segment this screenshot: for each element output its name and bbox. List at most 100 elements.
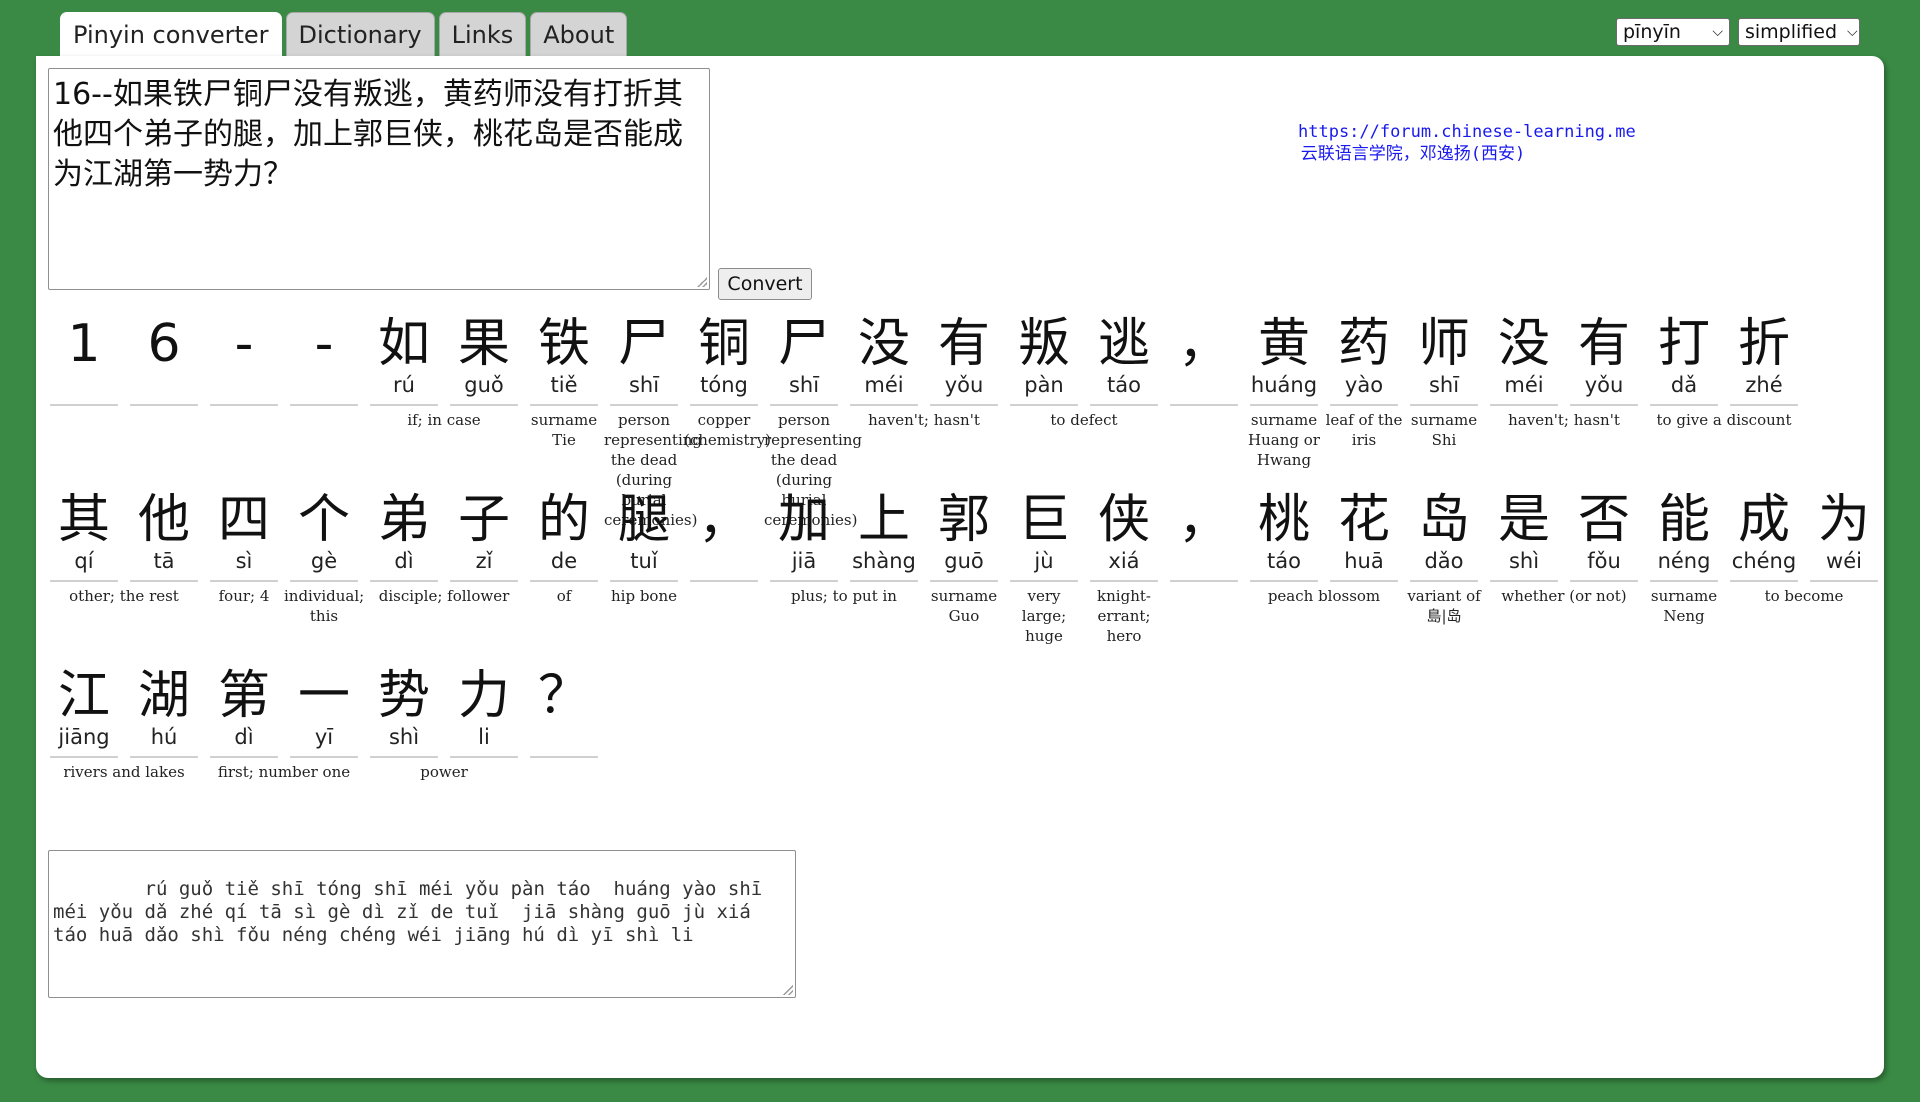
- cell-underline: [290, 756, 358, 758]
- hanzi: 打: [1657, 314, 1710, 374]
- char-cell[interactable]: 弟 dì: [368, 490, 440, 582]
- char-cell[interactable]: 成 chéng: [1728, 490, 1800, 582]
- hanzi: 侠: [1097, 490, 1150, 550]
- hanzi: 花: [1337, 490, 1390, 550]
- char-cell[interactable]: -: [288, 314, 360, 406]
- script-select[interactable]: simplified ⌵: [1738, 18, 1860, 46]
- char-cell[interactable]: 郭 guō: [928, 490, 1000, 582]
- char-cell[interactable]: 巨 jù: [1008, 490, 1080, 582]
- pinyin: yǒu: [1584, 373, 1624, 397]
- char-cell[interactable]: 侠 xiá: [1088, 490, 1160, 582]
- char-cell[interactable]: 否 fǒu: [1568, 490, 1640, 582]
- cell-underline: [210, 756, 278, 758]
- char-cell[interactable]: 个 gè: [288, 490, 360, 582]
- char-cell[interactable]: 腿 tuǐ: [608, 490, 680, 582]
- char-cell[interactable]: 力 li: [448, 666, 520, 758]
- pinyin: shàng: [852, 549, 916, 573]
- char-cell[interactable]: 尸 shī: [768, 314, 840, 406]
- char-cell[interactable]: 6: [128, 314, 200, 406]
- hanzi: 四: [217, 490, 270, 550]
- cell-underline: [530, 580, 598, 582]
- char-cell[interactable]: 子 zǐ: [448, 490, 520, 582]
- annotated-row: 1 6- - 如 rú 果 guǒ 铁 tiě 尸 shī 铜 tóng 尸 shī 没 méi 有 yǒu 叛 pàn…: [48, 314, 1870, 529]
- tab-dictionary[interactable]: Dictionary: [285, 12, 435, 56]
- cell-underline: [610, 580, 678, 582]
- char-cell[interactable]: 岛 dǎo: [1408, 490, 1480, 582]
- cell-underline: [1330, 580, 1398, 582]
- char-cell[interactable]: 其 qí: [48, 490, 120, 582]
- hanzi: 6: [147, 314, 181, 374]
- word-definition: surname Neng: [1650, 587, 1718, 625]
- char-cell[interactable]: 折 zhé: [1728, 314, 1800, 406]
- cell-underline: [1330, 404, 1398, 406]
- hanzi: 个: [297, 490, 350, 550]
- char-cell[interactable]: 没 méi: [1488, 314, 1560, 406]
- cell-underline: [370, 404, 438, 406]
- cell-underline: [1090, 580, 1158, 582]
- char-cell[interactable]: 叛 pàn: [1008, 314, 1080, 406]
- pinyin: shī: [1428, 373, 1460, 397]
- hanzi: 势: [377, 666, 430, 726]
- char-cell[interactable]: 四 sì: [208, 490, 280, 582]
- word-definition: to become: [1764, 587, 1844, 605]
- cell-underline: [290, 580, 358, 582]
- char-cell[interactable]: 加 jiā: [768, 490, 840, 582]
- hanzi: 尸: [777, 314, 830, 374]
- char-cell[interactable]: 逃 táo: [1088, 314, 1160, 406]
- char-cell[interactable]: 有 yǒu: [1568, 314, 1640, 406]
- pinyin: tuǐ: [630, 549, 658, 573]
- char-cell[interactable]: -: [208, 314, 280, 406]
- char-cell[interactable]: 果 guǒ: [448, 314, 520, 406]
- hanzi: 巨: [1017, 490, 1070, 550]
- chinese-text-input[interactable]: 16--如果铁尸铜尸没有叛逃，黄药师没有打折其他四个弟子的腿，加上郭巨侠，桃花岛…: [48, 68, 710, 290]
- char-cell[interactable]: 1: [48, 314, 120, 406]
- cell-underline: [690, 580, 758, 582]
- pinyin: méi: [864, 373, 904, 397]
- char-cell[interactable]: ，: [1168, 314, 1240, 406]
- cell-underline: [1010, 404, 1078, 406]
- hanzi: 为: [1817, 490, 1870, 550]
- char-cell[interactable]: 的 de: [528, 490, 600, 582]
- char-cell[interactable]: ，: [688, 490, 760, 582]
- char-cell[interactable]: 没 méi: [848, 314, 920, 406]
- word-definition: to give a discount: [1656, 411, 1792, 429]
- char-cell[interactable]: 药 yào: [1328, 314, 1400, 406]
- tab-pinyin-converter[interactable]: Pinyin converter: [60, 12, 282, 58]
- char-cell[interactable]: ？: [528, 666, 600, 758]
- char-cell[interactable]: 打 dǎ: [1648, 314, 1720, 406]
- char-cell[interactable]: 湖 hú: [128, 666, 200, 758]
- char-cell[interactable]: 江 jiāng: [48, 666, 120, 758]
- char-cell[interactable]: 是 shì: [1488, 490, 1560, 582]
- char-cell[interactable]: 上 shàng: [848, 490, 920, 582]
- hanzi: 加: [777, 490, 830, 550]
- resize-grip-icon[interactable]: [783, 985, 793, 995]
- char-cell[interactable]: 如 rú: [368, 314, 440, 406]
- convert-button[interactable]: Convert: [718, 268, 812, 300]
- option-selects: pīnyīn ⌵ simplified ⌵: [1616, 18, 1860, 46]
- pinyin: yǒu: [944, 373, 984, 397]
- resize-grip-icon[interactable]: [697, 277, 707, 287]
- char-cell[interactable]: 能 néng: [1648, 490, 1720, 582]
- char-cell[interactable]: 一 yī: [288, 666, 360, 758]
- pinyin-output[interactable]: rú guǒ tiě shī tóng shī méi yǒu pàn táo …: [48, 850, 796, 998]
- char-cell[interactable]: 第 dì: [208, 666, 280, 758]
- char-cell[interactable]: ，: [1168, 490, 1240, 582]
- char-cell[interactable]: 为 wéi: [1808, 490, 1880, 582]
- tab-about[interactable]: About: [530, 12, 628, 56]
- hanzi: 药: [1337, 314, 1390, 374]
- tab-links[interactable]: Links: [438, 12, 527, 56]
- char-cell[interactable]: 桃 táo: [1248, 490, 1320, 582]
- char-cell[interactable]: 铁 tiě: [528, 314, 600, 406]
- char-cell[interactable]: 势 shì: [368, 666, 440, 758]
- char-cell[interactable]: 有 yǒu: [928, 314, 1000, 406]
- word-definition: whether (or not): [1501, 587, 1627, 605]
- pinyin: [1168, 548, 1240, 574]
- char-cell[interactable]: 铜 tóng: [688, 314, 760, 406]
- char-cell[interactable]: 尸 shī: [608, 314, 680, 406]
- romanization-select[interactable]: pīnyīn ⌵: [1616, 18, 1730, 46]
- char-cell[interactable]: 花 huā: [1328, 490, 1400, 582]
- hanzi: 一: [297, 666, 350, 726]
- char-cell[interactable]: 师 shī: [1408, 314, 1480, 406]
- char-cell[interactable]: 黄 huáng: [1248, 314, 1320, 406]
- char-cell[interactable]: 他 tā: [128, 490, 200, 582]
